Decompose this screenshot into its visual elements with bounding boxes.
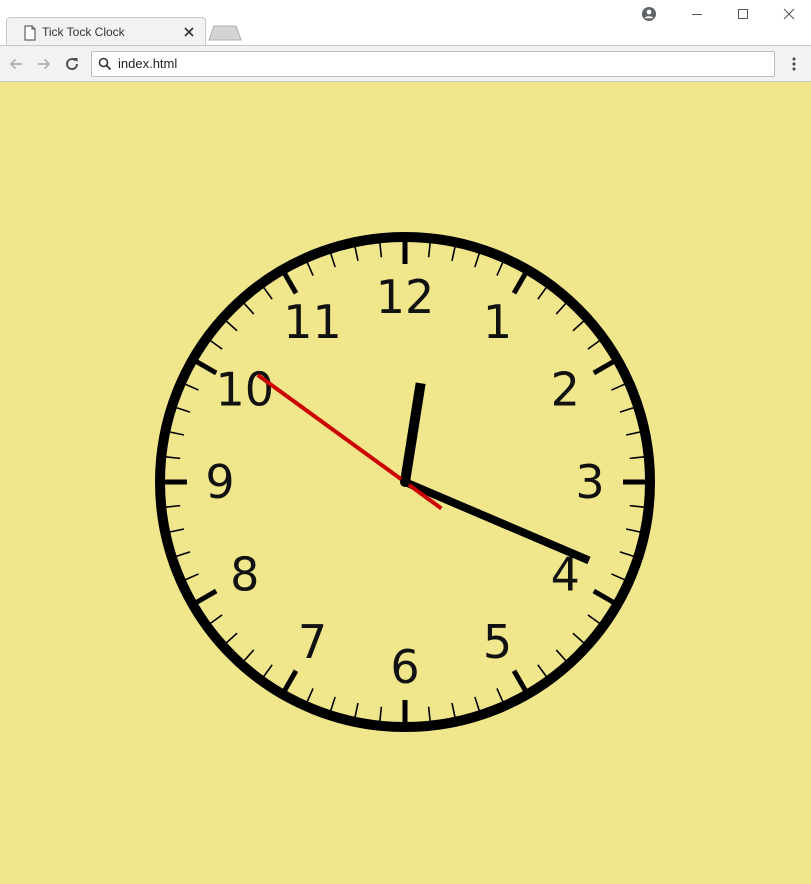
clock-numeral: 1 xyxy=(483,295,512,349)
clock-numeral: 7 xyxy=(298,615,327,669)
forward-arrow-icon xyxy=(38,58,51,70)
clock-numeral: 8 xyxy=(230,548,259,602)
page-icon xyxy=(24,25,36,41)
clock-numeral: 5 xyxy=(483,615,512,669)
tab-tick-tock-clock[interactable]: Tick Tock Clock xyxy=(6,17,206,46)
clock-numeral: 2 xyxy=(551,363,580,417)
close-icon[interactable] xyxy=(182,25,196,39)
address-text: index.html xyxy=(118,56,178,71)
reload-button[interactable] xyxy=(62,54,82,74)
maximize-icon xyxy=(738,9,748,19)
browser-menu-button[interactable] xyxy=(784,54,804,74)
clock-numeral: 10 xyxy=(216,363,275,417)
back-button[interactable] xyxy=(6,54,26,74)
reload-icon xyxy=(66,58,78,70)
tab-strip: Tick Tock Clock xyxy=(0,0,811,46)
clock-numeral: 12 xyxy=(376,270,435,324)
clock: 12 1234567891011 xyxy=(155,232,655,732)
maximize-button[interactable] xyxy=(720,0,766,28)
page-viewport: 12 1 2 3 4 5 6 7 8 9 10 11 xyxy=(0,82,811,884)
tab-title: Tick Tock Clock xyxy=(42,25,125,39)
close-window-button[interactable] xyxy=(766,0,811,28)
minimize-button[interactable] xyxy=(674,0,720,28)
browser-window: Tick Tock Clock index.html 12 1 2 3 4 5 … xyxy=(0,0,811,884)
forward-button[interactable] xyxy=(34,54,54,74)
kebab-menu-icon xyxy=(792,57,796,71)
clock-numeral: 11 xyxy=(283,295,342,349)
address-bar[interactable]: index.html xyxy=(91,51,775,77)
browser-toolbar: index.html xyxy=(0,45,811,82)
new-tab-icon[interactable] xyxy=(208,25,242,41)
clock-numeral: 6 xyxy=(390,640,419,694)
profile-button[interactable] xyxy=(626,0,672,28)
clock-numeral: 9 xyxy=(205,455,234,509)
clock-center-pin xyxy=(400,477,410,487)
profile-icon xyxy=(642,7,656,21)
search-icon xyxy=(98,57,112,71)
back-arrow-icon xyxy=(9,58,22,70)
close-icon xyxy=(783,8,795,20)
minimize-icon xyxy=(692,14,702,15)
clock-numeral: 3 xyxy=(575,455,604,509)
